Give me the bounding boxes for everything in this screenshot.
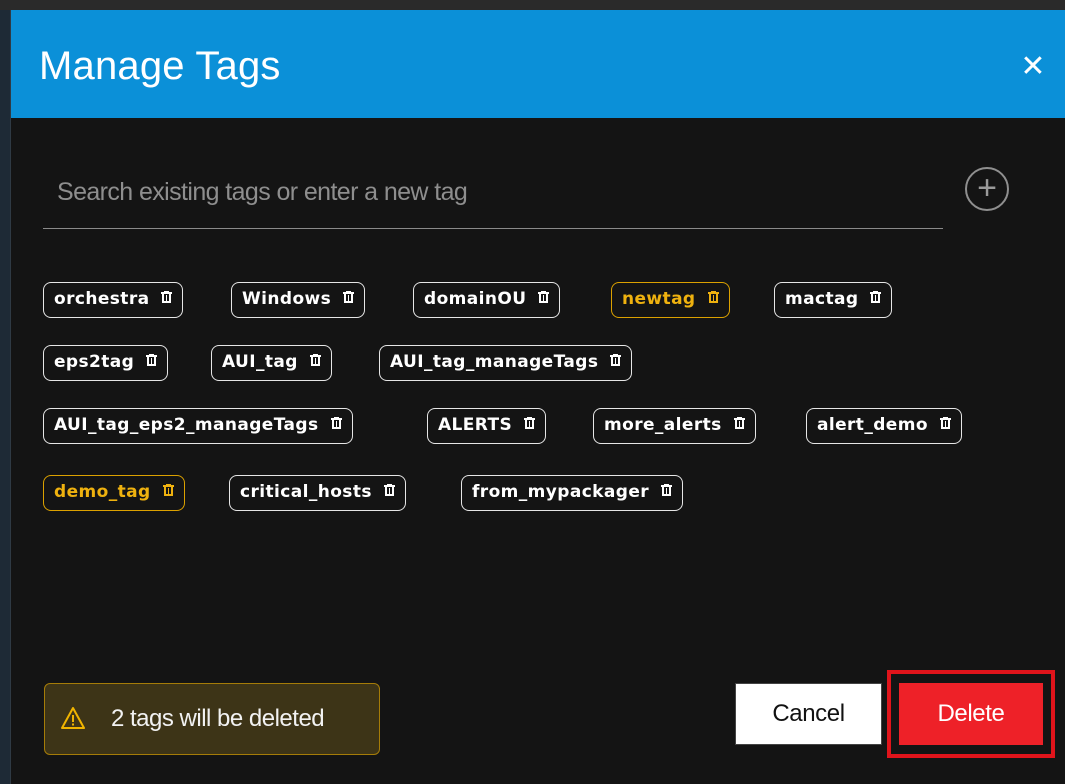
tag-label: critical_hosts: [240, 482, 372, 502]
tag-chip[interactable]: orchestra: [43, 282, 184, 318]
tag-label: eps2tag: [54, 352, 135, 372]
search-field: [43, 162, 943, 229]
trash-icon[interactable]: [610, 354, 622, 366]
plus-circle-icon[interactable]: +: [965, 167, 1009, 211]
tag-label: more_alerts: [604, 415, 722, 435]
trash-icon[interactable]: [309, 354, 321, 366]
delete-button[interactable]: Delete: [899, 683, 1043, 745]
tag-label: demo_tag: [54, 482, 151, 502]
tag-label: newtag: [622, 289, 696, 309]
tag-label: AUI_tag_eps2_manageTags: [54, 415, 319, 435]
tag-search-input[interactable]: [43, 172, 923, 212]
tag-label: domainOU: [424, 289, 527, 309]
tag-chip[interactable]: eps2tag: [43, 345, 169, 381]
tag-label: AUI_tag_manageTags: [390, 352, 599, 372]
tag-chip-marked[interactable]: demo_tag: [43, 475, 185, 511]
tag-chip[interactable]: AUI_tag_eps2_manageTags: [43, 408, 353, 444]
tag-label: alert_demo: [817, 415, 928, 435]
tag-label: orchestra: [54, 289, 150, 309]
tag-chip[interactable]: alert_demo: [806, 408, 962, 444]
tag-chip[interactable]: Windows: [231, 282, 366, 318]
trash-icon[interactable]: [343, 291, 355, 303]
tag-chip[interactable]: more_alerts: [593, 408, 756, 444]
tag-chip[interactable]: domainOU: [413, 282, 561, 318]
trash-icon[interactable]: [524, 417, 536, 429]
tag-label: Windows: [242, 289, 332, 309]
warning-text: 2 tags will be deleted: [111, 705, 325, 732]
tag-label: AUI_tag: [222, 352, 298, 372]
tag-chip[interactable]: AUI_tag_manageTags: [379, 345, 633, 381]
trash-icon[interactable]: [661, 484, 673, 496]
trash-icon[interactable]: [870, 291, 882, 303]
dialog-title: Manage Tags: [39, 44, 281, 88]
cancel-button[interactable]: Cancel: [735, 683, 882, 745]
delete-warning-banner: 2 tags will be deleted: [44, 683, 380, 755]
tag-chip-marked[interactable]: newtag: [611, 282, 730, 318]
tag-chip[interactable]: AUI_tag: [211, 345, 332, 381]
tag-label: from_mypackager: [472, 482, 650, 502]
trash-icon[interactable]: [939, 417, 951, 429]
trash-icon[interactable]: [733, 417, 745, 429]
trash-icon[interactable]: [162, 484, 174, 496]
tag-chip[interactable]: ALERTS: [427, 408, 547, 444]
trash-icon[interactable]: [538, 291, 550, 303]
manage-tags-dialog: Manage Tags ✕ + orchestra Windows domain…: [10, 10, 1065, 784]
background-strip: [0, 0, 1065, 10]
trash-icon[interactable]: [383, 484, 395, 496]
dialog-header: Manage Tags ✕: [11, 10, 1065, 118]
tag-label: ALERTS: [438, 415, 513, 435]
close-icon[interactable]: ✕: [1018, 52, 1048, 82]
warning-icon: [61, 707, 85, 729]
trash-icon[interactable]: [330, 417, 342, 429]
trash-icon[interactable]: [146, 354, 158, 366]
trash-icon[interactable]: [707, 291, 719, 303]
tag-chip[interactable]: from_mypackager: [461, 475, 684, 511]
tag-label: mactag: [785, 289, 859, 309]
trash-icon[interactable]: [161, 291, 173, 303]
tag-chip[interactable]: critical_hosts: [229, 475, 406, 511]
background-edge: [0, 10, 10, 784]
tag-chip[interactable]: mactag: [774, 282, 893, 318]
